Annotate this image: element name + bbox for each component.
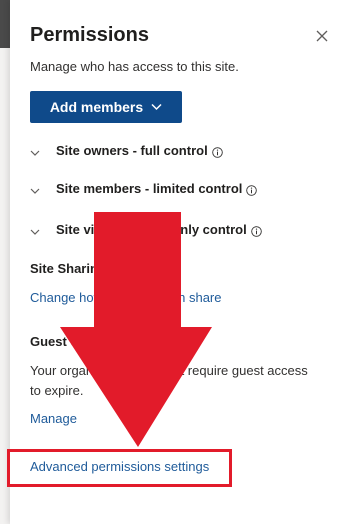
group-site-members[interactable]: Site members - limited control [30,177,258,199]
info-icon[interactable] [211,145,223,158]
screenshot-root: Permissions Manage who has access to thi… [0,0,345,524]
group-site-visitors[interactable]: Site visitors - read only control [30,218,262,240]
group-site-owners[interactable]: Site owners - full control [30,139,223,161]
info-icon[interactable] [246,183,258,196]
manage-link[interactable]: Manage [30,411,77,426]
group-label: Site members - limited control [56,180,243,196]
group-label: Site owners - full control [56,142,208,158]
background-top-bar [0,0,10,48]
change-sharing-link[interactable]: Change how members can share [30,290,222,305]
chevron-down-icon [30,183,40,194]
close-icon[interactable] [314,28,330,44]
info-icon[interactable] [250,224,262,237]
panel-subtitle: Manage who has access to this site. [30,59,239,74]
chevron-down-icon [30,224,40,235]
add-members-button[interactable]: Add members [30,91,182,123]
site-sharing-title: Site Sharing [30,261,106,276]
chevron-down-icon [30,145,40,156]
chevron-down-icon [151,103,162,111]
panel-title: Permissions [30,24,149,46]
add-members-label: Add members [49,99,144,115]
group-label: Site visitors - read only control [56,221,247,237]
guest-expiration-text: Your organization does not require guest… [30,363,308,398]
annotation-highlight-box [7,449,232,487]
permissions-panel: Permissions Manage who has access to thi… [10,0,345,524]
guest-expiration-title: Guest expiration [30,334,133,349]
